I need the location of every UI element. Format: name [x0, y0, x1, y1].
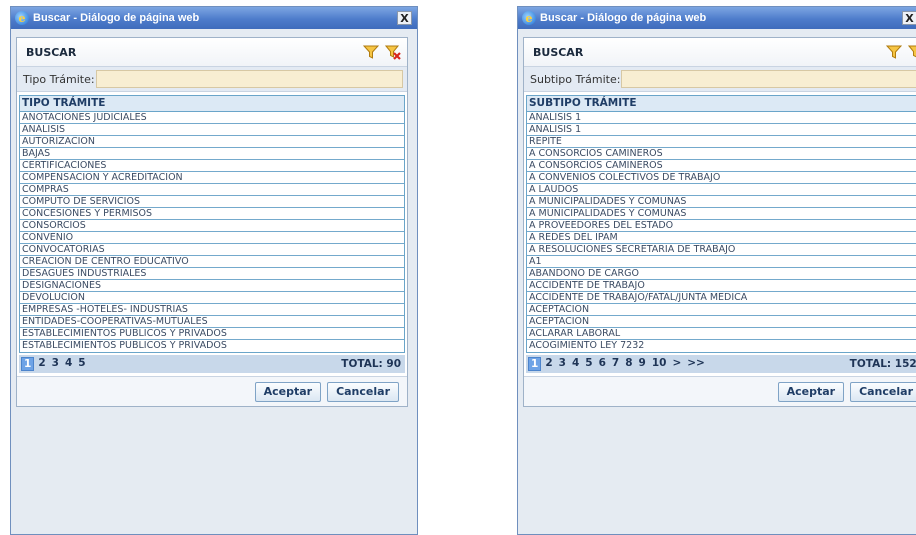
total-count: TOTAL: 1527 [849, 358, 916, 370]
column-header: TIPO TRÁMITE [20, 96, 404, 112]
close-button[interactable]: X [902, 11, 916, 25]
list-item[interactable]: A MUNICIPALIDADES Y COMUNAS [527, 196, 916, 208]
button-bar: Aceptar Cancelar [524, 376, 916, 406]
list-item[interactable]: ANOTACIONES JUDICIALES [20, 112, 404, 124]
list-item[interactable]: ACCIDENTE DE TRABAJO [527, 280, 916, 292]
page-link[interactable]: 3 [559, 357, 566, 371]
window-titlebar[interactable]: e Buscar - Diálogo de página web X [11, 7, 417, 29]
page-link-current[interactable]: 1 [21, 357, 35, 371]
page-link[interactable]: 4 [65, 357, 72, 371]
page-link[interactable]: > [672, 357, 681, 371]
ie-icon: e [522, 11, 536, 25]
list-item[interactable]: ANALISIS 1 [527, 112, 916, 124]
filter-label: Subtipo Trámite: [530, 72, 621, 86]
list-item[interactable]: COMPRAS [20, 184, 404, 196]
window-title: Buscar - Diálogo de página web [33, 12, 200, 24]
filter-icon[interactable] [363, 44, 379, 60]
results-list: TIPO TRÁMITE ANOTACIONES JUDICIALES ANÁLI… [19, 95, 405, 353]
filter-label: Tipo Trámite: [23, 72, 95, 86]
ie-icon: e [15, 11, 29, 25]
list-item[interactable]: CERTIFICACIONES [20, 160, 404, 172]
list-item[interactable]: CREACION DE CENTRO EDUCATIVO [20, 256, 404, 268]
list-item[interactable]: COMPUTO DE SERVICIOS [20, 196, 404, 208]
list-item[interactable]: EMPRESAS -HOTELES- INDUSTRIAS [20, 304, 404, 316]
list-item[interactable]: CONVENIO [20, 232, 404, 244]
list-item[interactable]: ANALISIS 1 [527, 124, 916, 136]
page-link[interactable]: 2 [38, 357, 45, 371]
pagination: 12345 TOTAL: 90 [19, 355, 405, 373]
panel-header: BUSCAR [524, 38, 916, 67]
list-item[interactable]: CONVOCATORIAS [20, 244, 404, 256]
list-item[interactable]: CONCESIONES Y PERMISOS [20, 208, 404, 220]
list-item[interactable]: REPITE [527, 136, 916, 148]
list-item[interactable]: BAJAS [20, 148, 404, 160]
results-list: SUBTIPO TRÁMITE ANALISIS 1 ANALISIS 1 REPI… [526, 95, 916, 353]
total-count: TOTAL: 90 [341, 358, 401, 370]
cancel-button[interactable]: Cancelar [327, 381, 399, 402]
page-link[interactable]: 2 [545, 357, 552, 371]
page-link[interactable]: 6 [599, 357, 606, 371]
panel-header: BUSCAR [17, 38, 407, 67]
list-item[interactable]: ESTABLECIMIENTOS PÚBLICOS Y PRIVADOS [20, 340, 404, 352]
page-link[interactable]: 10 [652, 357, 667, 371]
list-item[interactable]: A LAUDOS [527, 184, 916, 196]
tipo-tramite-input[interactable] [95, 70, 403, 88]
list-item[interactable]: A RESOLUCIONES SECRETARIA DE TRABAJO [527, 244, 916, 256]
window-title: Buscar - Diálogo de página web [540, 12, 707, 24]
filter-icon[interactable] [886, 44, 902, 60]
filter-row: Subtipo Trámite: [524, 67, 916, 92]
list-item[interactable]: ENTIDADES-COOPERATIVAS-MUTUALES [20, 316, 404, 328]
filter-row: Tipo Trámite: [17, 67, 407, 92]
list-item[interactable]: DEVOLUCION [20, 292, 404, 304]
clear-filter-icon[interactable] [385, 44, 401, 60]
window-titlebar[interactable]: e Buscar - Diálogo de página web X [518, 7, 916, 29]
list-item[interactable]: ACEPTACION [527, 316, 916, 328]
list-item[interactable]: COMPENSACION Y ACREDITACION [20, 172, 404, 184]
page-link[interactable]: >> [687, 357, 705, 371]
list-item[interactable]: A1 [527, 256, 916, 268]
list-item[interactable]: A PROVEEDORES DEL ESTADO [527, 220, 916, 232]
list-item[interactable]: ESTABLECIMIENTOS PUBLICOS Y PRIVADOS [20, 328, 404, 340]
page-link[interactable]: 8 [625, 357, 632, 371]
accept-button[interactable]: Aceptar [254, 381, 322, 402]
list-item[interactable]: CONSORCIOS [20, 220, 404, 232]
list-item[interactable]: ACLARAR LABORAL [527, 328, 916, 340]
page-link[interactable]: 5 [585, 357, 592, 371]
list-item[interactable]: ACOGIMIENTO LEY 7232 [527, 340, 916, 352]
page-link[interactable]: 5 [78, 357, 85, 371]
search-panel: BUSCAR Subtipo Trámite: SUBTIPO TRÁMITE … [523, 37, 916, 407]
button-bar: Aceptar Cancelar [17, 376, 407, 406]
cancel-button[interactable]: Cancelar [850, 381, 916, 402]
list-item[interactable]: ACCIDENTE DE TRABAJO/FATAL/JUNTA MEDICA [527, 292, 916, 304]
list-item[interactable]: ABANDONO DE CARGO [527, 268, 916, 280]
list-item[interactable]: A CONSORCIOS CAMINEROS [527, 148, 916, 160]
subtipo-tramite-input[interactable] [621, 70, 916, 88]
search-dialog-tipo: e Buscar - Diálogo de página web X BUSCA… [10, 6, 418, 535]
search-dialog-subtipo: e Buscar - Diálogo de página web X BUSCA… [517, 6, 916, 535]
pagination: 12345678910>>> TOTAL: 1527 [526, 355, 916, 373]
list-item[interactable]: A MUNICIPALIDADES Y COMUNAS [527, 208, 916, 220]
panel-title: BUSCAR [26, 45, 77, 59]
clear-filter-icon[interactable] [908, 44, 916, 60]
page-link-current[interactable]: 1 [528, 357, 542, 371]
list-item[interactable]: A CONVENIOS COLECTIVOS DE TRABAJO [527, 172, 916, 184]
page-link[interactable]: 3 [52, 357, 59, 371]
column-header: SUBTIPO TRÁMITE [527, 96, 916, 112]
close-button[interactable]: X [397, 11, 412, 25]
list-item[interactable]: A CONSORCIOS CAMINEROS [527, 160, 916, 172]
search-panel: BUSCAR Tipo Trámite: TIPO TRÁMITE ANOTAC… [16, 37, 408, 407]
list-item[interactable]: ANÁLISIS [20, 124, 404, 136]
panel-title: BUSCAR [533, 45, 584, 59]
list-item[interactable]: A REDES DEL IPAM [527, 232, 916, 244]
page-link[interactable]: 4 [572, 357, 579, 371]
list-item[interactable]: DESIGNACIONES [20, 280, 404, 292]
list-item[interactable]: AUTORIZACION [20, 136, 404, 148]
page-link[interactable]: 9 [639, 357, 646, 371]
list-item[interactable]: ACEPTACION [527, 304, 916, 316]
page-link[interactable]: 7 [612, 357, 619, 371]
list-item[interactable]: DESAGUES INDUSTRIALES [20, 268, 404, 280]
accept-button[interactable]: Aceptar [777, 381, 845, 402]
